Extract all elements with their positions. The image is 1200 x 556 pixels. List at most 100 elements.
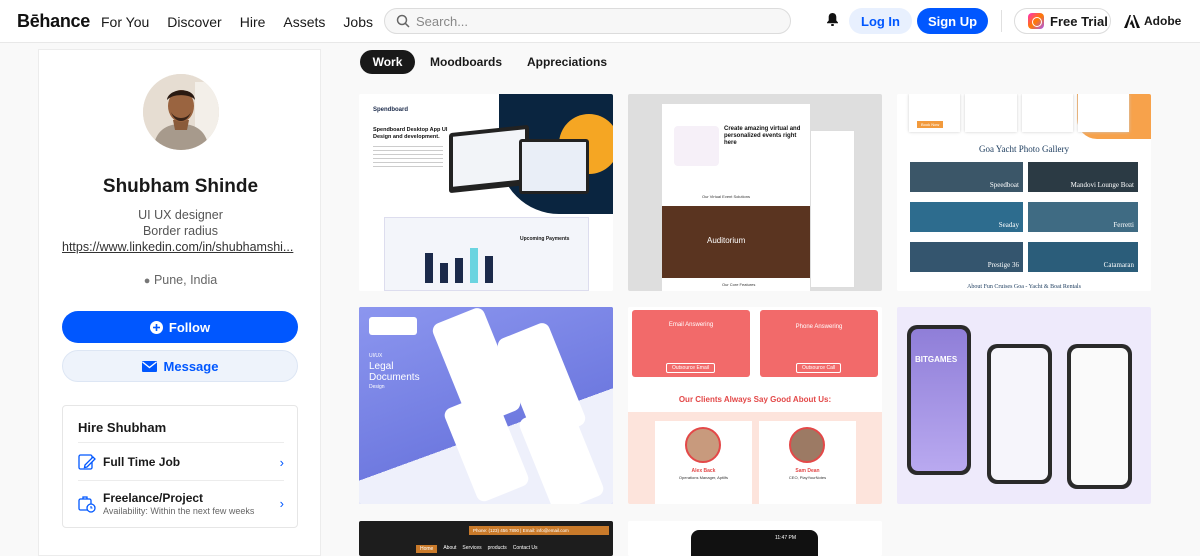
boat-photo: Ferretti [1028, 202, 1138, 232]
profile-title: UI UX designer [138, 208, 223, 222]
project-tile-yacht[interactable]: Book Now Goa Yacht Photo Gallery Speedbo… [897, 94, 1151, 291]
freelance-label: Freelance/Project [103, 491, 204, 505]
phone-mockup [1067, 344, 1132, 489]
testimonial-card: Sam Dean CEO, PlayYourNotes [759, 421, 856, 504]
adobe-logo[interactable]: Adobe [1124, 14, 1181, 28]
creative-cloud-icon [1028, 13, 1044, 29]
location-pin-icon: ● [143, 275, 151, 287]
legal-title: Legal Documents [369, 361, 420, 383]
phone-mockup: BITGAMES [907, 325, 971, 475]
nav-link-assets[interactable]: Assets [283, 14, 325, 30]
phone-card: Phone Answering Outsource Call [760, 310, 878, 377]
site-menu: Home About Services products Contact Us [416, 545, 538, 553]
hire-full-time-job[interactable]: Full Time Job › [78, 453, 284, 471]
nav-link-hire[interactable]: Hire [240, 14, 266, 30]
phone-mockup [987, 344, 1052, 484]
tab-moodboards[interactable]: Moodboards [424, 50, 508, 74]
profile-location: ● Pune, India [39, 273, 322, 287]
laptop-mockup [449, 124, 529, 194]
hire-title: Hire Shubham [78, 420, 167, 435]
tab-appreciations[interactable]: Appreciations [523, 50, 611, 74]
message-label: Message [163, 358, 219, 374]
hire-freelance-project[interactable]: Freelance/Project Availability: Within t… [78, 491, 284, 516]
legal-tag: UI/UX [369, 353, 383, 359]
chevron-right-icon: › [279, 454, 284, 470]
free-trial-label: Free Trial [1050, 13, 1108, 29]
envelope-icon [141, 360, 157, 372]
email-card: Email Answering Outsource Email [632, 310, 750, 377]
project-tile-legal-documents[interactable]: UI/UX Legal Documents Design [359, 307, 613, 504]
boat-photo: Catamaran [1028, 242, 1138, 272]
search-bar[interactable] [384, 8, 791, 34]
nav-link-discover[interactable]: Discover [167, 14, 221, 30]
yacht-footer: About Fun Cruises Goa - Yacht & Boat Ren… [967, 284, 1081, 290]
hire-divider [78, 480, 284, 481]
tablet-mockup [519, 139, 589, 194]
hero-illustration [674, 126, 719, 166]
message-button[interactable]: Message [62, 350, 298, 382]
phone-mockup: 11:47 PM [691, 530, 818, 556]
nav-link-jobs[interactable]: Jobs [343, 14, 373, 30]
briefcase-clock-icon [78, 495, 96, 513]
testimonial-card: Alex Back Operations Manager, Aptilfs [655, 421, 752, 504]
adobe-label: Adobe [1144, 14, 1182, 28]
login-button[interactable]: Log In [849, 8, 912, 34]
hire-box: Hire Shubham Full Time Job › Freelance/P… [62, 405, 298, 528]
auditorium-label: Auditorium [707, 236, 746, 245]
spendboard-brand: Spendboard [373, 107, 409, 113]
auditorium-photo: Auditorium [662, 206, 810, 278]
search-input[interactable] [416, 13, 756, 29]
boat-photo: Speedboat [910, 162, 1023, 192]
signup-button[interactable]: Sign Up [917, 8, 988, 34]
boat-photo: Seaday [910, 202, 1023, 232]
client2-name: Sam Dean [795, 468, 820, 474]
events-footer: Our Core Features [722, 282, 756, 287]
boat-photo: Mandovi Lounge Boat [1028, 162, 1138, 192]
project-tile-bitgames[interactable]: BITGAMES [897, 307, 1151, 504]
dashboard-mockup: Upcoming Payments [384, 217, 589, 291]
tile-text-lines [373, 146, 443, 168]
yacht-gallery-title: Goa Yacht Photo Gallery [979, 144, 1069, 154]
profile-link[interactable]: https://www.linkedin.com/in/shubhamshi..… [62, 240, 302, 254]
project-tile-call-center[interactable]: Email Answering Outsource Email Phone An… [628, 307, 882, 504]
legal-design: Design [369, 384, 385, 390]
freelance-availability: Availability: Within the next few weeks [103, 506, 255, 516]
avatar[interactable] [143, 74, 219, 150]
client1-name: Alex Back [691, 468, 716, 474]
adobe-icon [1124, 14, 1140, 28]
project-tile-mobile[interactable]: 11:47 PM [628, 521, 882, 556]
clients-heading: Our Clients Always Say Good About Us: [678, 395, 832, 404]
nav-link-for-you[interactable]: For You [101, 14, 149, 30]
profile-card: Shubham Shinde UI UX designer Border rad… [38, 49, 321, 556]
bell-icon[interactable] [826, 12, 839, 27]
plus-circle-icon [149, 320, 163, 334]
spendboard-headline: Spendboard Desktop App UI Design and dev… [373, 127, 448, 140]
nav-links: For You Discover Hire Assets Jobs [101, 14, 391, 30]
search-icon [396, 14, 410, 28]
full-time-label: Full Time Job [103, 455, 181, 469]
behance-logo[interactable]: Bēhance [17, 11, 90, 32]
follow-button[interactable]: Follow [62, 311, 298, 343]
legal-logo [369, 317, 417, 335]
client1-role: Operations Manager, Aptilfs [678, 475, 729, 480]
phone-answering: Phone Answering [795, 324, 843, 330]
upcoming-payments: Upcoming Payments [520, 236, 570, 242]
location-label: Pune, India [153, 273, 218, 287]
book-now-button: Book Now [917, 121, 944, 128]
email-answering: Email Answering [668, 322, 714, 328]
project-tile-events[interactable]: Create amazing virtual and personalized … [628, 94, 882, 291]
bitgames-brand: BITGAMES [915, 355, 958, 364]
phone-time: 11:47 PM [774, 535, 796, 541]
client2-role: CEO, PlayYourNotes [788, 475, 827, 480]
project-tile-website[interactable]: Phone: (123) 456 7890 | Email: info@emai… [359, 521, 613, 556]
profile-name: Shubham Shinde [102, 176, 259, 197]
boat-photo: Prestige 36 [910, 242, 1023, 272]
project-tile-spendboard[interactable]: Spendboard Spendboard Desktop App UI Des… [359, 94, 613, 291]
events-headline: Create amazing virtual and personalized … [724, 126, 801, 146]
free-trial-button[interactable]: Free Trial [1014, 8, 1111, 34]
contact-strip: Phone: (123) 456 7890 | Email: info@emai… [469, 526, 609, 535]
outsource-email-button: Outsource Email [666, 363, 715, 373]
tab-work[interactable]: Work [360, 50, 415, 74]
nav-divider [1001, 10, 1002, 32]
events-section: Our Virtual Event Solutions [702, 194, 750, 199]
